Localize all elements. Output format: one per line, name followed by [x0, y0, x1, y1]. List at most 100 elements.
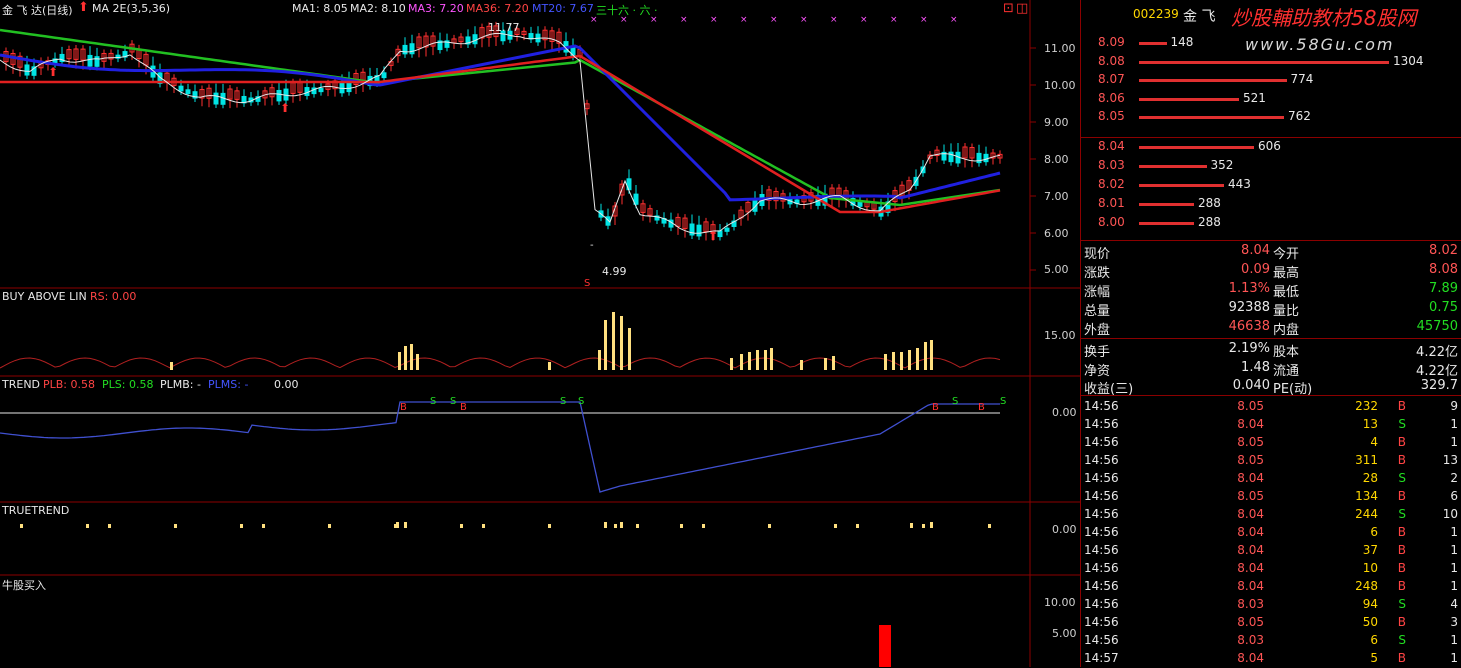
stat-value: 8.02: [1429, 243, 1458, 258]
trend-line: [0, 401, 1000, 493]
stock-name: 金 飞: [1183, 9, 1216, 25]
tick-row[interactable]: 14:56 8.04 10 B 1: [1081, 560, 1461, 578]
trend-pls: PLS: 0.58: [102, 378, 154, 391]
trend-plmb: PLMB: -: [160, 378, 201, 391]
x-marker: ×: [890, 15, 898, 25]
tick-price: 8.05: [1237, 453, 1264, 467]
window-icon[interactable]: ◫: [1016, 1, 1028, 16]
trend-title: TREND: [2, 378, 41, 391]
tick-time: 14:56: [1084, 543, 1119, 557]
truetrend-title: TRUETREND: [2, 504, 70, 517]
ask-row[interactable]: 8.05 762: [1081, 108, 1461, 126]
buy-above-bar: [756, 350, 759, 370]
tick-count: 1: [1450, 561, 1458, 575]
stat-value: 0.75: [1429, 300, 1458, 315]
tick-row[interactable]: 14:56 8.04 6 B 1: [1081, 524, 1461, 542]
tick-volume: 37: [1362, 543, 1378, 557]
ask-row[interactable]: 8.06 521: [1081, 90, 1461, 108]
tick-price: 8.04: [1237, 543, 1264, 557]
ma-red: [0, 54, 1001, 214]
buy-above-bar: [892, 352, 895, 370]
tick-side: S: [1398, 471, 1406, 485]
tick-row[interactable]: 14:56 8.04 37 B 1: [1081, 542, 1461, 560]
stat-label: 最低: [1273, 285, 1300, 300]
tick-side: B: [1397, 543, 1406, 557]
tick-count: 1: [1450, 633, 1458, 647]
tick-row[interactable]: 14:56 8.03 94 S 4: [1081, 596, 1461, 614]
ask-volume-bar: [1139, 42, 1167, 45]
divider: [1081, 395, 1461, 396]
x-marker: ×: [920, 15, 928, 25]
trend-signal: S: [1000, 396, 1006, 407]
ask-row[interactable]: 8.09 148: [1081, 34, 1461, 52]
tick-count: 13: [1442, 453, 1458, 467]
tick-row[interactable]: 14:56 8.05 50 B 3: [1081, 614, 1461, 632]
tick-count: 3: [1450, 615, 1458, 629]
tick-time: 14:56: [1084, 453, 1119, 467]
tick-volume: 94: [1362, 597, 1378, 611]
tick-time: 14:56: [1084, 471, 1119, 485]
stat-value: 0.040: [1232, 378, 1270, 393]
ma2-value: MA2: 8.10: [350, 2, 406, 15]
stat-value: 46638: [1228, 319, 1270, 334]
bid-volume: 443: [1228, 177, 1251, 191]
ask-volume-bar: [1139, 116, 1284, 120]
candle-body: [402, 44, 408, 55]
tick-row[interactable]: 14:56 8.05 311 B 13: [1081, 452, 1461, 470]
buy-above-bar: [832, 356, 835, 370]
chart-canvas[interactable]: S-⬆⬆⬆× × × × × × × × × × × × ×BS SBS SBSBS: [0, 0, 1080, 667]
tick-price: 8.04: [1237, 651, 1264, 665]
sell-marker: S: [584, 278, 590, 289]
bid-volume-bar: [1139, 184, 1224, 187]
buy-above-bar: [740, 354, 743, 370]
ask-volume: 1304: [1393, 53, 1424, 68]
candle-body: [381, 72, 387, 79]
bid-row[interactable]: 8.00 288: [1081, 214, 1461, 232]
bid-row[interactable]: 8.01 288: [1081, 195, 1461, 213]
buy-above-bar: [410, 344, 413, 370]
stat-value: 8.04: [1241, 243, 1270, 258]
tick-row[interactable]: 14:56 8.04 244 S 10: [1081, 506, 1461, 524]
candle-body: [213, 92, 219, 105]
tick-side: B: [1397, 453, 1406, 467]
tick-row[interactable]: 14:56 8.04 13 S 1: [1081, 416, 1461, 434]
bid-row[interactable]: 8.03 352: [1081, 157, 1461, 175]
bid-price: 8.01: [1098, 196, 1125, 210]
tick-price: 8.05: [1237, 615, 1264, 629]
trend-plb: PLB: 0.58: [43, 378, 96, 391]
tick-count: 1: [1450, 543, 1458, 557]
tick-row[interactable]: 14:56 8.05 232 B 9: [1081, 398, 1461, 416]
tick-row[interactable]: 14:56 8.05 134 B 6: [1081, 488, 1461, 506]
truetrend-bar: [910, 523, 913, 528]
stat-label: 最高: [1273, 266, 1300, 281]
restore-icon[interactable]: ⊡: [1003, 1, 1014, 16]
tick-count: 6: [1450, 489, 1458, 503]
truetrend-tick: 0.00: [1052, 523, 1077, 536]
tick-row[interactable]: 14:56 8.05 4 B 1: [1081, 434, 1461, 452]
truetrend-bar: [86, 524, 89, 528]
x-marker: ×: [710, 15, 718, 25]
tick-volume: 4: [1370, 435, 1378, 449]
trend-signal: S: [578, 396, 584, 407]
ask-row[interactable]: 8.07 774: [1081, 71, 1461, 89]
buy-arrow-icon: ⬆: [280, 101, 290, 115]
price-tick: 6.00: [1044, 227, 1069, 240]
candle-body: [983, 153, 989, 163]
buy-above-bar: [770, 348, 773, 370]
tick-row[interactable]: 14:56 8.04 248 B 1: [1081, 578, 1461, 596]
ma-long-green: [0, 28, 1001, 207]
candle-body: [857, 201, 863, 207]
ask-row[interactable]: 8.08 1304: [1081, 53, 1461, 71]
tick-row[interactable]: 14:56 8.04 28 S 2: [1081, 470, 1461, 488]
bid-row[interactable]: 8.04 606: [1081, 138, 1461, 156]
tick-row[interactable]: 14:56 8.03 6 S 1: [1081, 632, 1461, 650]
kline-chart-area[interactable]: S - ⬆ ⬆ ⬆ × × × × × × × × × × × × × B S S B S S B S B S 金 飞 达(日线) ⬆…: [0, 0, 1080, 667]
bid-row[interactable]: 8.02 443: [1081, 176, 1461, 194]
tick-row[interactable]: 14:57 8.04 5 B 1: [1081, 650, 1461, 668]
stat-value: 7.89: [1429, 281, 1458, 296]
ma36-value: MA36: 7.20: [466, 2, 529, 15]
tick-volume: 28: [1362, 471, 1378, 485]
bid-price: 8.02: [1098, 177, 1125, 191]
x-marker: ×: [860, 15, 868, 25]
candle-body: [87, 54, 93, 67]
